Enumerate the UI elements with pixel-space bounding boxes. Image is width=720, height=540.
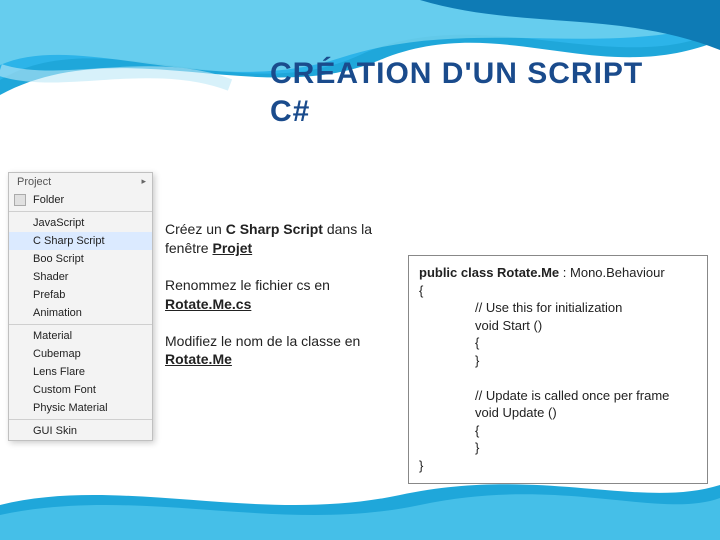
- menu-separator: [9, 324, 152, 325]
- code-box: public class Rotate.Me : Mono.Behaviour …: [408, 255, 708, 484]
- menu-item-folder[interactable]: Folder: [9, 191, 152, 209]
- step-3: Modifiez le nom de la classe en Rotate.M…: [165, 332, 405, 370]
- menu-item-boo-script[interactable]: Boo Script: [9, 250, 152, 268]
- folder-icon: [14, 194, 26, 206]
- code-line-8: void Update (): [419, 404, 697, 422]
- menu-item-gui-skin[interactable]: GUI Skin: [9, 422, 152, 440]
- step-2: Renommez le fichier cs en Rotate.Me.cs: [165, 276, 405, 314]
- code-line-4: void Start (): [419, 317, 697, 335]
- menu-item-prefab[interactable]: Prefab: [9, 286, 152, 304]
- menu-item-shader[interactable]: Shader: [9, 268, 152, 286]
- code-line-9: {: [419, 422, 697, 440]
- code-line-7: // Update is called once per frame: [419, 387, 697, 405]
- code-spacer: [419, 369, 697, 387]
- context-menu: Project Folder JavaScript C Sharp Script…: [8, 172, 153, 441]
- menu-item-lens-flare[interactable]: Lens Flare: [9, 363, 152, 381]
- menu-item-physic-material[interactable]: Physic Material: [9, 399, 152, 417]
- menu-item-csharp-script[interactable]: C Sharp Script: [9, 232, 152, 250]
- code-line-1: public class Rotate.Me : Mono.Behaviour: [419, 264, 697, 282]
- code-line-6: }: [419, 352, 697, 370]
- menu-item-javascript[interactable]: JavaScript: [9, 214, 152, 232]
- menu-item-cubemap[interactable]: Cubemap: [9, 345, 152, 363]
- menu-item-material[interactable]: Material: [9, 327, 152, 345]
- title-line-2: C#: [270, 95, 310, 128]
- code-line-10: }: [419, 439, 697, 457]
- code-line-5: {: [419, 334, 697, 352]
- instructions-block: Créez un C Sharp Script dans la fenêtre …: [165, 220, 405, 387]
- menu-item-custom-font[interactable]: Custom Font: [9, 381, 152, 399]
- menu-separator: [9, 419, 152, 420]
- code-line-11: }: [419, 457, 697, 475]
- menu-item-animation[interactable]: Animation: [9, 304, 152, 322]
- code-line-3: // Use this for initialization: [419, 299, 697, 317]
- slide-title: CRÉATION D'UN SCRIPT C#: [270, 55, 643, 130]
- menu-header[interactable]: Project: [9, 173, 152, 191]
- step-1: Créez un C Sharp Script dans la fenêtre …: [165, 220, 405, 258]
- menu-separator: [9, 211, 152, 212]
- title-line-1: CRÉATION D'UN SCRIPT: [270, 57, 643, 90]
- code-line-2: {: [419, 282, 697, 300]
